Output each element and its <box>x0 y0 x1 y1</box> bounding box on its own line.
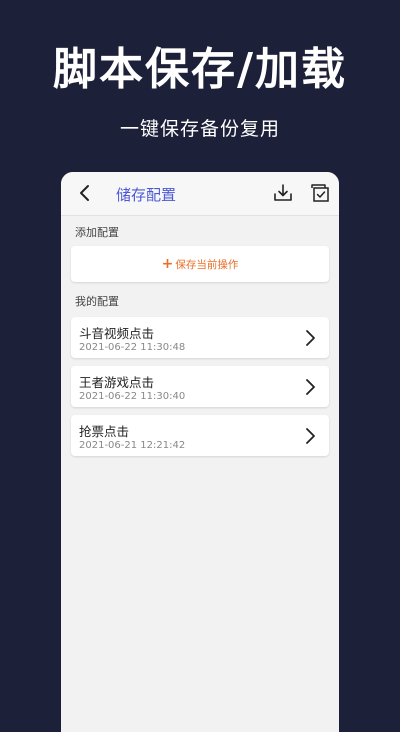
config-name: 斗音视频点击 <box>79 326 155 341</box>
config-item[interactable]: 王者游戏点击 2021-06-22 11:30:40 <box>71 366 329 407</box>
config-time: 2021-06-21 12:21:42 <box>79 440 186 451</box>
section-label-add: 添加配置 <box>75 226 119 239</box>
save-current-button[interactable]: + 保存当前操作 <box>71 246 329 282</box>
config-time: 2021-06-22 11:30:40 <box>79 391 186 402</box>
phone-screen: 储存配置 添加配置 + 保存当前操作 我的配置 斗音视频点击 2021-06-2… <box>61 172 339 732</box>
back-arrow-icon[interactable] <box>73 181 97 205</box>
config-item[interactable]: 抢票点击 2021-06-21 12:21:42 <box>71 415 329 456</box>
save-current-label: 保存当前操作 <box>175 258 239 271</box>
plus-icon: + <box>161 256 174 272</box>
config-time: 2021-06-22 11:30:48 <box>79 342 186 353</box>
download-icon[interactable] <box>272 182 294 204</box>
chevron-right-icon <box>303 427 317 445</box>
section-label-mine: 我的配置 <box>75 295 119 308</box>
chevron-right-icon <box>303 329 317 347</box>
app-bar: 储存配置 <box>61 172 339 216</box>
chevron-right-icon <box>303 378 317 396</box>
hero-title: 脚本保存/加载 <box>52 44 348 95</box>
page-title: 储存配置 <box>116 186 177 204</box>
checklist-icon[interactable] <box>309 182 331 204</box>
config-name: 抢票点击 <box>79 424 130 439</box>
hero-subtitle: 一键保存备份复用 <box>119 118 280 140</box>
config-item[interactable]: 斗音视频点击 2021-06-22 11:30:48 <box>71 317 329 358</box>
config-name: 王者游戏点击 <box>79 375 155 390</box>
